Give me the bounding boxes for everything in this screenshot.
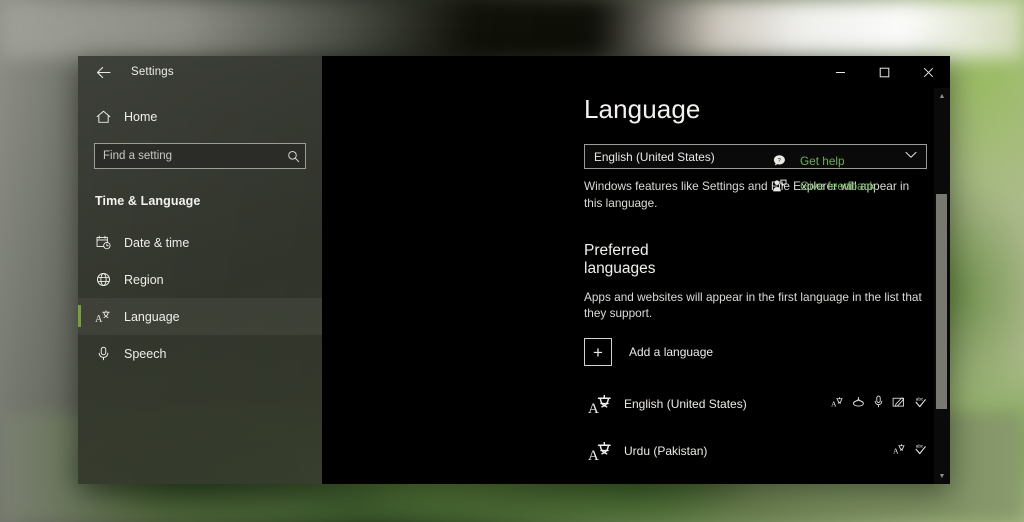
language-icon: A <box>90 309 116 324</box>
add-language-label: Add a language <box>629 345 713 359</box>
give-feedback-label: Give feedback <box>800 179 875 193</box>
language-script-icon: A <box>584 440 616 462</box>
search-container <box>78 134 322 169</box>
settings-content-pane: Language English (United States) Windows… <box>322 56 950 484</box>
display-language-value: English (United States) <box>594 150 715 164</box>
sidebar-item-home-label: Home <box>124 110 157 124</box>
microphone-icon <box>90 346 116 361</box>
sidebar-section-title: Time & Language <box>78 169 322 208</box>
help-chat-icon: ? <box>768 154 790 168</box>
sidebar-item-date-time-label: Date & time <box>124 236 189 250</box>
add-language-row[interactable]: + Add a language <box>584 338 722 366</box>
scrollbar-track[interactable] <box>934 104 950 468</box>
get-help-link[interactable]: ? Get help <box>768 148 875 173</box>
back-arrow-icon[interactable] <box>88 58 118 86</box>
wallpaper-top-band <box>0 0 1024 58</box>
scroll-up-arrow[interactable]: ▲ <box>934 88 950 104</box>
settings-sidebar: Settings Home <box>78 56 322 484</box>
add-language-button[interactable]: + <box>584 338 612 366</box>
sidebar-item-date-time[interactable]: Date & time <box>78 224 322 261</box>
search-icon[interactable] <box>281 144 305 168</box>
sidebar-item-region[interactable]: Region <box>78 261 322 298</box>
language-script-icon: A <box>584 393 616 415</box>
svg-text:A: A <box>588 448 599 462</box>
svg-text:abc: abc <box>916 396 924 401</box>
sidebar-item-speech[interactable]: Speech <box>78 335 322 372</box>
close-button[interactable] <box>906 56 950 88</box>
search-input[interactable] <box>95 150 281 162</box>
minimize-button[interactable] <box>818 56 862 88</box>
handwriting-icon <box>892 395 905 413</box>
feedback-person-icon <box>768 179 790 193</box>
language-feature-badges: A abc <box>893 442 929 460</box>
home-icon <box>90 110 116 124</box>
sidebar-item-speech-label: Speech <box>124 347 166 361</box>
settings-window: Settings Home <box>78 56 950 484</box>
content-columns: Language English (United States) Windows… <box>322 88 950 474</box>
spellcheck-icon: abc <box>914 442 927 460</box>
spellcheck-icon: abc <box>914 395 927 413</box>
sidebar-item-language-label: Language <box>124 310 180 324</box>
give-feedback-link[interactable]: Give feedback <box>768 173 875 198</box>
get-help-label: Get help <box>800 154 845 168</box>
svg-text:A: A <box>95 314 103 324</box>
window-title: Settings <box>131 66 174 78</box>
maximize-button[interactable] <box>862 56 906 88</box>
sidebar-item-region-label: Region <box>124 273 164 287</box>
chevron-down-icon <box>905 151 917 162</box>
desktop-background: Settings Home <box>0 0 1024 522</box>
globe-region-icon <box>90 272 116 287</box>
sidebar-item-language[interactable]: A Language <box>78 298 322 335</box>
main-column: Language English (United States) Windows… <box>322 94 722 474</box>
keyboard-layout-icon: A <box>893 442 905 460</box>
sidebar-item-home[interactable]: Home <box>78 100 322 134</box>
scrollbar-thumb[interactable] <box>936 194 947 409</box>
svg-text:A: A <box>893 446 899 455</box>
calendar-clock-icon <box>90 235 116 250</box>
preferred-languages-heading: Preferred languages <box>584 242 722 278</box>
search-box[interactable] <box>94 143 306 169</box>
side-links-column: ? Get help Give fee <box>722 94 875 474</box>
svg-text:A: A <box>588 401 599 415</box>
window-title-bar: Settings <box>78 56 322 88</box>
page-title: Language <box>584 94 722 125</box>
svg-text:?: ? <box>777 158 780 164</box>
svg-text:abc: abc <box>916 443 924 448</box>
selection-indicator <box>78 305 81 327</box>
sidebar-nav-list: Date & time Region <box>78 224 322 372</box>
window-caption-bar <box>322 56 950 88</box>
scroll-down-arrow[interactable]: ▼ <box>934 468 950 484</box>
content-scrollbar[interactable]: ▲ ▼ <box>934 88 950 484</box>
